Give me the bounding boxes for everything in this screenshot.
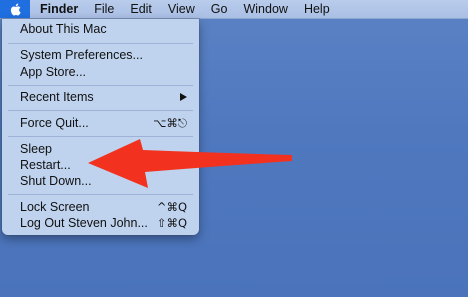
- keyboard-shortcut: ^⌘Q: [156, 200, 187, 214]
- menu-item-label: Sleep: [20, 142, 52, 156]
- menubar-file[interactable]: File: [86, 0, 122, 18]
- menu-item-system-preferences[interactable]: System Preferences...: [2, 47, 199, 64]
- menu-item-lock-screen[interactable]: Lock Screen ^⌘Q: [2, 199, 199, 216]
- menu-item-force-quit[interactable]: Force Quit... ⌥⌘⎋: [2, 115, 199, 132]
- apple-menu-button[interactable]: [0, 0, 30, 18]
- menubar-help[interactable]: Help: [296, 0, 338, 18]
- menu-bar: Finder File Edit View Go Window Help: [0, 0, 468, 19]
- menu-item-label: Restart...: [20, 158, 71, 172]
- menubar-go[interactable]: Go: [203, 0, 236, 18]
- menubar-edit[interactable]: Edit: [122, 0, 160, 18]
- apple-icon: [10, 3, 21, 16]
- menu-item-recent-items[interactable]: Recent Items: [2, 89, 199, 106]
- menu-item-label: Force Quit...: [20, 116, 89, 130]
- menu-item-label: App Store...: [20, 65, 87, 79]
- apple-menu-dropdown: About This Mac System Preferences... App…: [2, 19, 199, 235]
- menu-separator: [8, 43, 193, 44]
- menu-item-label: Lock Screen: [20, 200, 90, 214]
- menu-item-about[interactable]: About This Mac: [2, 21, 199, 38]
- menu-item-label: Log Out Steven John...: [20, 216, 148, 230]
- menu-separator: [8, 85, 193, 86]
- menu-item-label: System Preferences...: [20, 48, 143, 62]
- menu-separator: [8, 110, 193, 111]
- keyboard-shortcut: ⌥⌘⎋: [153, 116, 187, 130]
- menu-item-label: Shut Down...: [20, 174, 92, 188]
- menu-separator: [8, 136, 193, 137]
- menu-item-restart[interactable]: Restart...: [2, 157, 199, 174]
- menu-separator: [8, 194, 193, 195]
- menubar-finder[interactable]: Finder: [30, 0, 86, 18]
- keyboard-shortcut: ⇧⌘Q: [156, 216, 187, 230]
- menu-item-shut-down[interactable]: Shut Down...: [2, 173, 199, 190]
- submenu-arrow-icon: [180, 93, 187, 101]
- menu-item-label: About This Mac: [20, 22, 107, 36]
- menubar-view[interactable]: View: [160, 0, 203, 18]
- menu-item-label: Recent Items: [20, 90, 94, 104]
- menu-item-log-out[interactable]: Log Out Steven John... ⇧⌘Q: [2, 215, 199, 232]
- menu-item-sleep[interactable]: Sleep: [2, 141, 199, 158]
- menubar-window[interactable]: Window: [235, 0, 295, 18]
- menu-item-app-store[interactable]: App Store...: [2, 64, 199, 81]
